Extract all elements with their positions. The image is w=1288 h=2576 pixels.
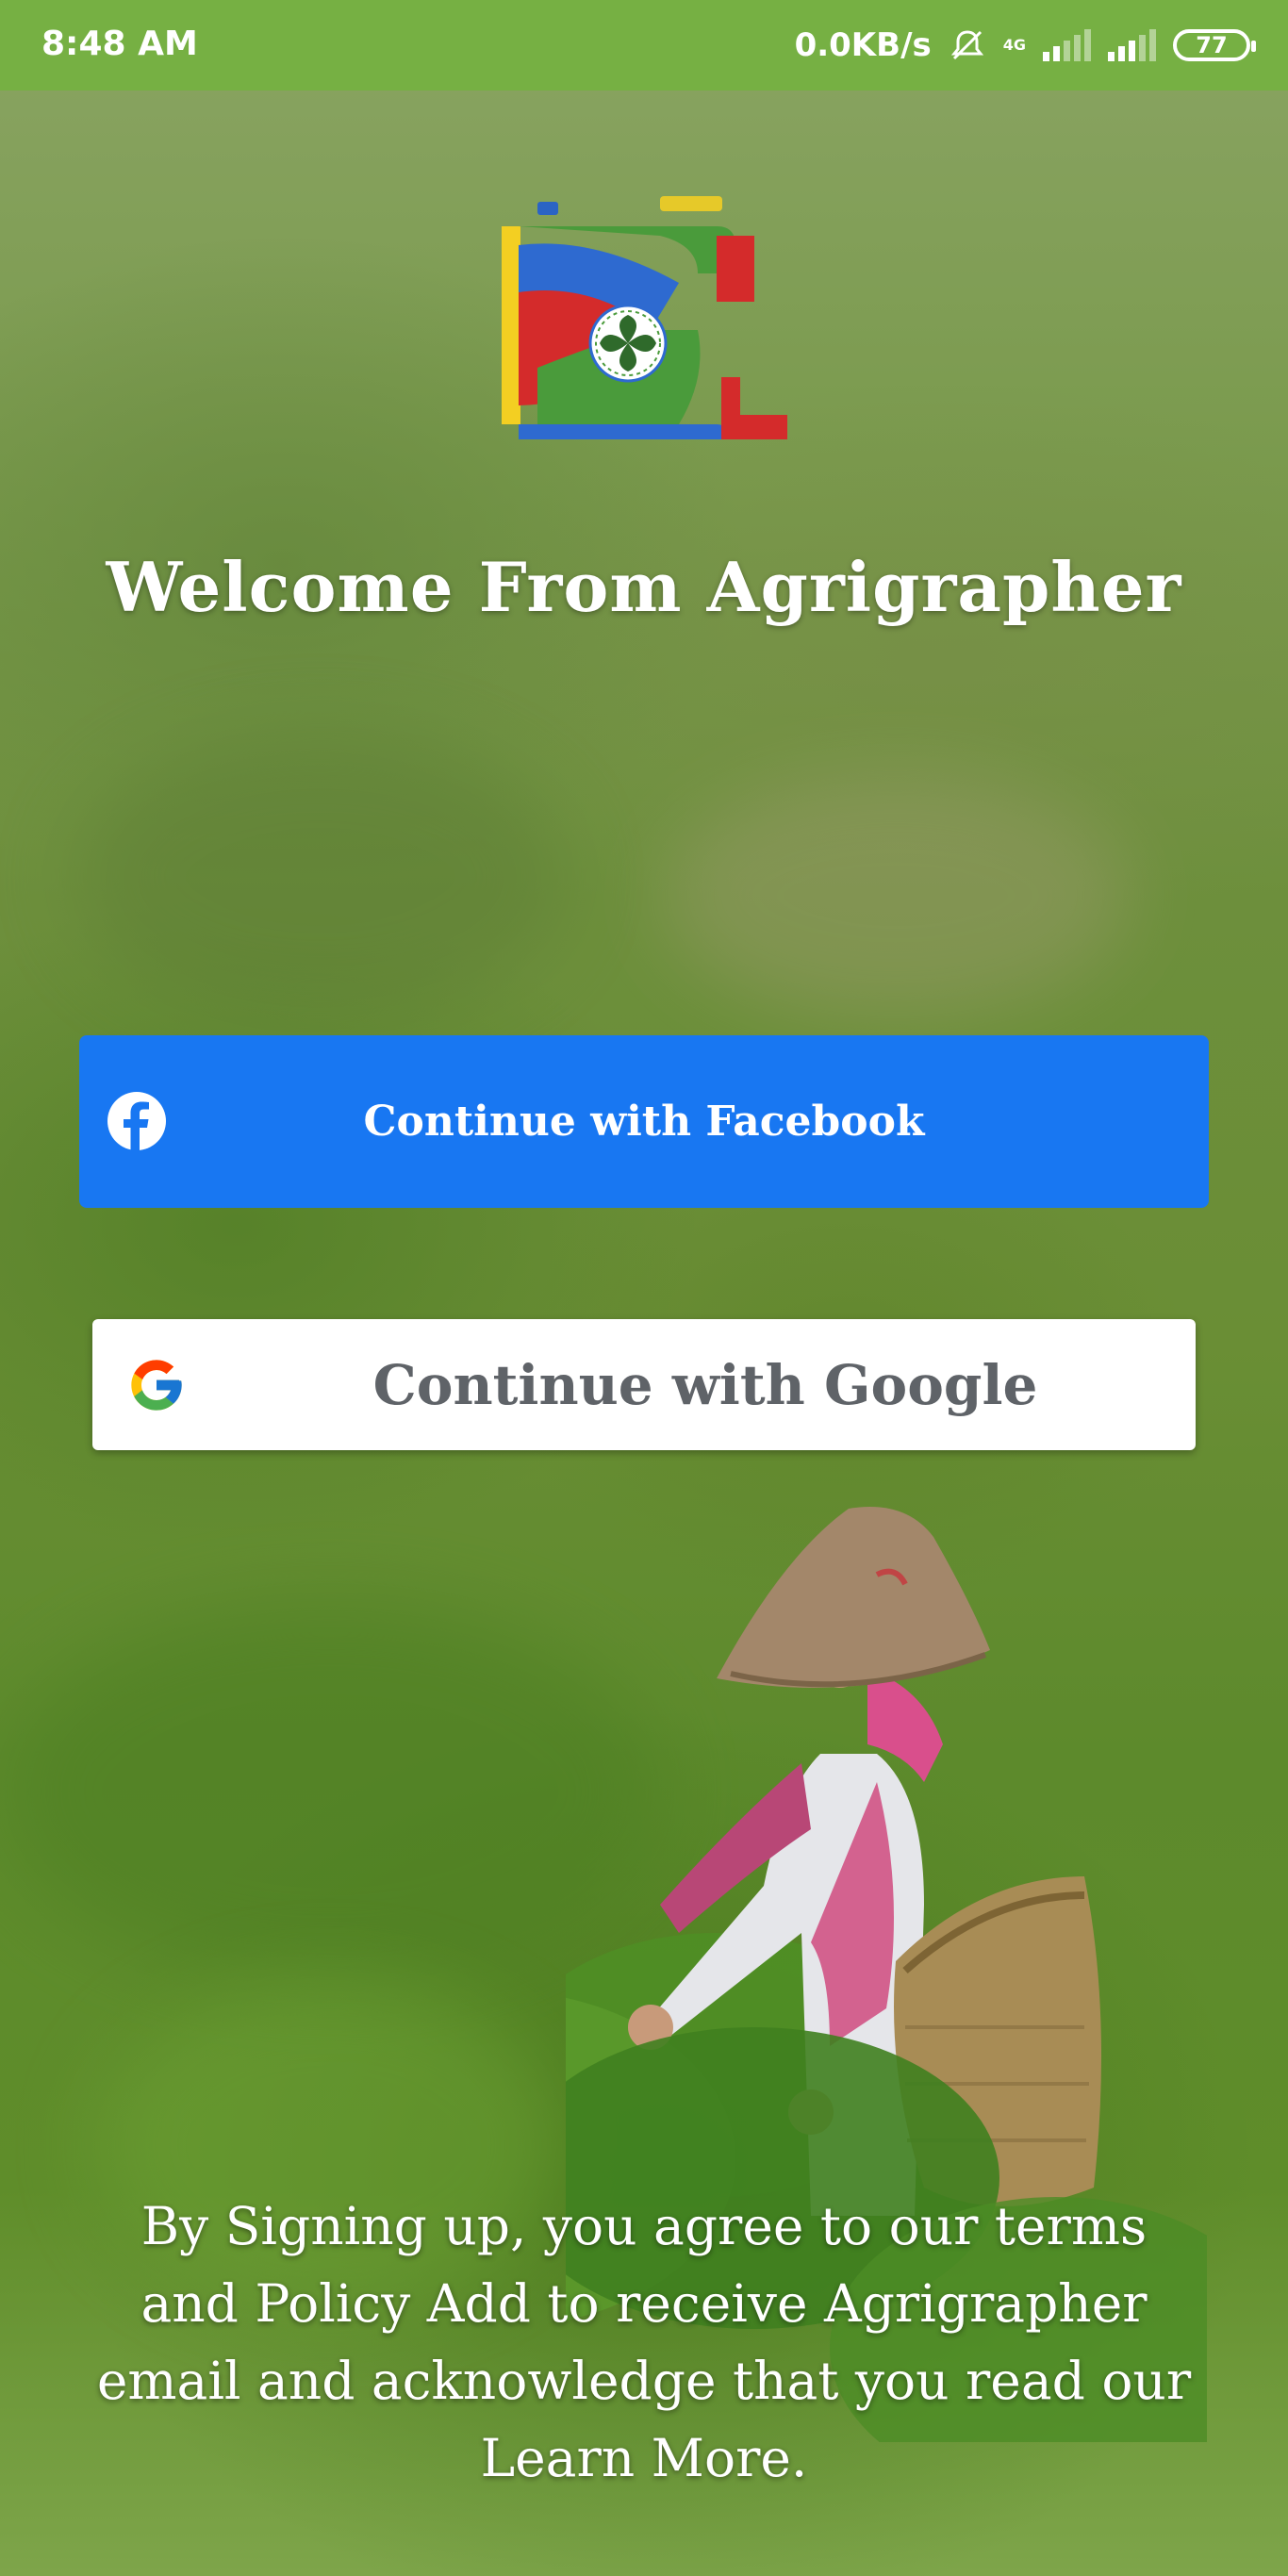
google-button-label: Continue with Google <box>372 1352 1038 1417</box>
continue-with-facebook-button[interactable]: Continue with Facebook <box>79 1035 1209 1208</box>
welcome-title: Welcome From Agrigrapher <box>106 547 1182 627</box>
background-scenery <box>660 773 1131 1018</box>
continue-with-google-button[interactable]: Continue with Google <box>92 1319 1196 1450</box>
status-time: 8:48 AM <box>41 25 198 63</box>
status-icons: 0.0KB/s 4G 77 <box>794 21 1256 70</box>
signal-icon <box>1043 29 1091 61</box>
mute-icon <box>950 30 983 60</box>
battery-icon: 77 <box>1173 29 1256 61</box>
status-bar: 8:48 AM 0.0KB/s 4G 77 <box>0 0 1288 91</box>
terms-text: By Signing up, you agree to our terms an… <box>96 2196 1192 2488</box>
network-type: 4G <box>1002 36 1026 54</box>
google-icon <box>131 1360 182 1411</box>
network-speed: 0.0KB/s <box>794 26 932 64</box>
login-screen: 8:48 AM 0.0KB/s 4G 77 Welcome From Agrig… <box>0 0 1288 2576</box>
signal-icon <box>1108 29 1156 61</box>
background-scenery <box>0 1603 660 1980</box>
agrigrapher-logo <box>502 196 787 439</box>
background-scenery <box>75 735 566 1018</box>
battery-level: 77 <box>1196 32 1228 58</box>
facebook-button-label: Continue with Facebook <box>363 1098 925 1146</box>
